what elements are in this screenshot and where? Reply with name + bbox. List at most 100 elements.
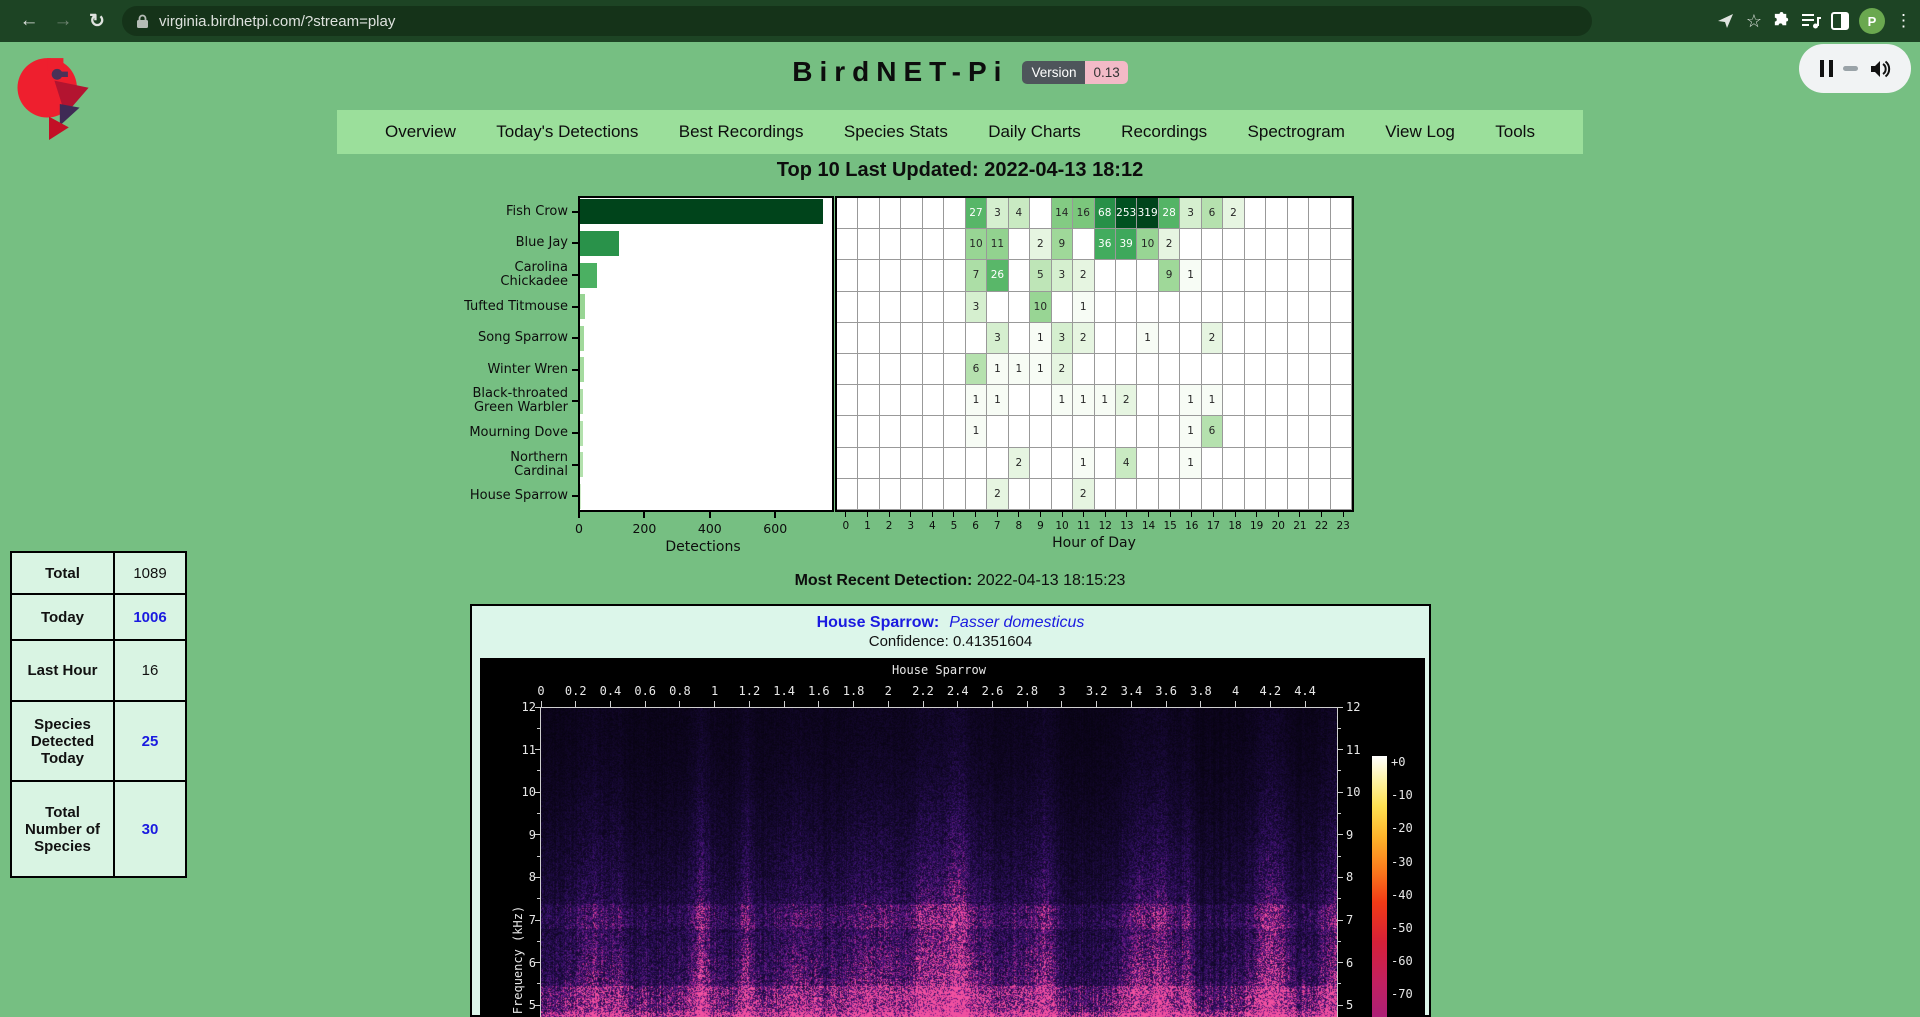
- species-label: Blue Jay: [408, 236, 568, 250]
- bar-axis-tick-label: 600: [763, 521, 787, 536]
- detection-species-link[interactable]: House Sparrow:: [817, 614, 940, 631]
- spec-y-tick-label: 7: [514, 913, 536, 927]
- heat-cell: [901, 198, 922, 229]
- heat-cell: [901, 323, 922, 354]
- heat-cell: [1009, 479, 1030, 510]
- heat-cell: [880, 479, 901, 510]
- pause-button[interactable]: [1820, 60, 1833, 77]
- heat-cell: [1245, 198, 1266, 229]
- nav-item-daily-charts[interactable]: Daily Charts: [988, 122, 1081, 142]
- bookmark-star-icon[interactable]: ☆: [1746, 11, 1762, 32]
- heat-cell: 6: [1202, 198, 1223, 229]
- heat-cell: [1288, 416, 1309, 447]
- nav-item-spectrogram[interactable]: Spectrogram: [1248, 122, 1345, 142]
- heat-cell: [901, 416, 922, 447]
- detections-bar: [580, 452, 583, 477]
- spec-y-tick-label: 9: [514, 828, 536, 842]
- heat-cell: 2: [1202, 323, 1223, 354]
- spec-x-tick-label: 2.2: [912, 684, 934, 698]
- colorbar-tick-label: -70: [1391, 987, 1413, 1001]
- stat-value-link[interactable]: 25: [114, 701, 186, 781]
- spec-x-tick: [749, 701, 750, 707]
- heat-cell: [1245, 229, 1266, 260]
- heat-cell: 1: [1030, 354, 1051, 385]
- heat-cell: [1073, 416, 1094, 447]
- side-panel-icon[interactable]: [1831, 12, 1849, 30]
- playlist-icon[interactable]: [1801, 12, 1821, 30]
- nav-item-recordings[interactable]: Recordings: [1121, 122, 1207, 142]
- colorbar-tick-label: -60: [1391, 954, 1413, 968]
- hour-axis-tick: [1018, 512, 1019, 517]
- stat-value-link[interactable]: 1006: [114, 594, 186, 640]
- heat-cell: [966, 323, 987, 354]
- nav-item-species-stats[interactable]: Species Stats: [844, 122, 948, 142]
- profile-avatar[interactable]: P: [1859, 8, 1885, 34]
- volume-icon[interactable]: [1869, 59, 1891, 79]
- heat-cell: [1159, 416, 1180, 447]
- menu-dots-icon[interactable]: ⋮: [1895, 11, 1912, 31]
- heat-cell: [923, 323, 944, 354]
- confidence-label: Confidence:: [869, 633, 949, 650]
- heat-cell: [987, 292, 1008, 323]
- nav-item-view-log[interactable]: View Log: [1385, 122, 1455, 142]
- hour-axis-tick: [1256, 512, 1257, 517]
- nav-item-today-s-detections[interactable]: Today's Detections: [496, 122, 638, 142]
- reload-button[interactable]: ↻: [80, 4, 114, 38]
- nav-item-overview[interactable]: Overview: [385, 122, 456, 142]
- species-tick: [572, 211, 578, 213]
- heat-cell: [1137, 479, 1158, 510]
- heat-cell: [1202, 260, 1223, 291]
- heat-cell: [1095, 416, 1116, 447]
- heat-cell: [1137, 448, 1158, 479]
- species-label: Tufted Titmouse: [408, 300, 568, 314]
- spec-x-tick: [1305, 701, 1306, 707]
- heat-cell: [923, 292, 944, 323]
- heat-cell: [837, 292, 858, 323]
- nav-item-tools[interactable]: Tools: [1495, 122, 1535, 142]
- seek-dash[interactable]: [1843, 66, 1858, 71]
- spec-y-tick-label-right: 11: [1346, 743, 1360, 757]
- heat-cell: [1137, 354, 1158, 385]
- extensions-icon[interactable]: [1772, 12, 1791, 31]
- heat-cell: 1: [1052, 385, 1073, 416]
- nav-item-best-recordings[interactable]: Best Recordings: [679, 122, 804, 142]
- share-icon[interactable]: [1716, 11, 1736, 31]
- heat-cell: 2: [1073, 479, 1094, 510]
- heat-cell: [1245, 292, 1266, 323]
- heat-cell: [944, 229, 965, 260]
- audio-player[interactable]: [1799, 44, 1911, 93]
- heat-cell: [880, 416, 901, 447]
- detection-scientific-name[interactable]: Passer domesticus: [949, 614, 1084, 631]
- stat-value-link[interactable]: 30: [114, 781, 186, 877]
- spec-x-tick: [888, 701, 889, 707]
- forward-button[interactable]: →: [46, 4, 80, 38]
- heat-cell: [1137, 292, 1158, 323]
- hour-axis-tick-label: 10: [1055, 520, 1068, 532]
- heat-cell: [1309, 385, 1330, 416]
- address-bar[interactable]: virginia.birdnetpi.com/?stream=play: [122, 6, 1592, 36]
- heat-cell: [1009, 260, 1030, 291]
- heat-cell: [1309, 448, 1330, 479]
- heat-cell: [1331, 354, 1352, 385]
- spec-y-tick-right: [1337, 834, 1343, 835]
- heat-cell: [944, 385, 965, 416]
- heat-cell: [858, 385, 879, 416]
- heat-cell: [901, 229, 922, 260]
- heat-cell: 6: [1202, 416, 1223, 447]
- colorbar-tick-label: -30: [1391, 855, 1413, 869]
- heat-cell: 2: [1052, 354, 1073, 385]
- heat-cell: [858, 479, 879, 510]
- heat-cell: [923, 260, 944, 291]
- heat-cell: [858, 448, 879, 479]
- hour-axis-tick-label: 9: [1037, 520, 1044, 532]
- heat-cell: [1095, 448, 1116, 479]
- detections-bar: [580, 294, 585, 319]
- spec-x-tick-label: 0.8: [669, 684, 691, 698]
- colorbar-tick-label: -20: [1391, 821, 1413, 835]
- hour-axis-tick: [1126, 512, 1127, 517]
- heat-cell: [966, 448, 987, 479]
- heat-cell: [1180, 229, 1201, 260]
- back-button[interactable]: ←: [12, 4, 46, 38]
- heat-cell: 5: [1030, 260, 1051, 291]
- spec-y-minortick: [537, 983, 541, 984]
